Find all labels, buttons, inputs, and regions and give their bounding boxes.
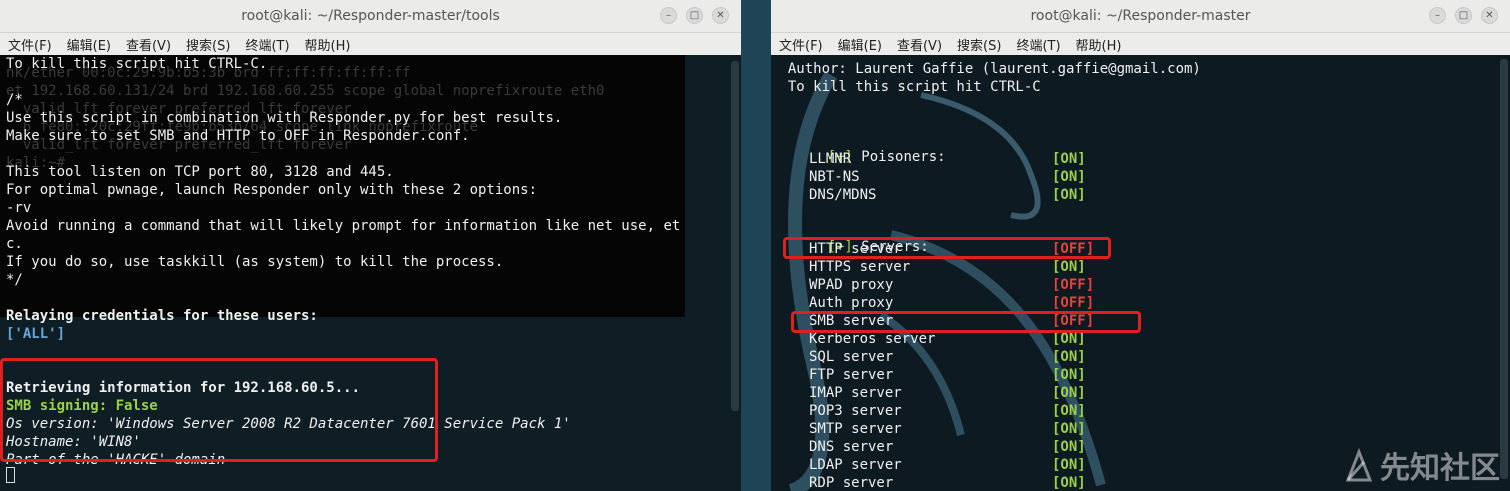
- output-line: To kill this script hit CTRL-C.: [6, 56, 268, 72]
- menu-view[interactable]: 查看(V): [897, 35, 942, 54]
- poisoners-status-badge: [ON]: [1052, 187, 1086, 203]
- menu-terminal[interactable]: 终端(T): [1016, 35, 1060, 54]
- kill-line: To kill this script hit CTRL-C: [771, 79, 1041, 95]
- servers-name: FTP server: [809, 367, 894, 383]
- menu-edit[interactable]: 编辑(E): [67, 35, 111, 54]
- servers-status-badge: [ON]: [1052, 475, 1086, 491]
- minimize-icon[interactable]: –: [660, 7, 677, 24]
- output-line: This tool listen on TCP port 80, 3128 an…: [6, 164, 394, 180]
- maximize-icon[interactable]: □: [686, 7, 703, 24]
- menu-file[interactable]: 文件(F): [8, 35, 52, 54]
- servers-status-badge: [ON]: [1052, 259, 1086, 275]
- author-line: Author: Laurent Gaffie (laurent.gaffie@g…: [771, 61, 1201, 77]
- terminal-window-responder[interactable]: root@kali: ~/Responder-master – □ ✕ 文件(F…: [771, 0, 1510, 491]
- servers-name: Auth proxy: [809, 295, 894, 311]
- menu-help[interactable]: 帮助(H): [305, 35, 351, 54]
- scrollbar[interactable]: [731, 61, 739, 411]
- servers-status-badge: [OFF]: [1052, 277, 1095, 293]
- watermark-logo-icon: [1345, 448, 1373, 482]
- output-line: -rv: [6, 200, 32, 216]
- output-line: Use this script in combination with Resp…: [6, 110, 563, 126]
- servers-name: SMTP server: [809, 421, 902, 437]
- servers-status-badge: [ON]: [1052, 331, 1086, 347]
- output-line: Avoid running a command that will likely…: [6, 218, 681, 234]
- poisoners-status-badge: [ON]: [1052, 169, 1086, 185]
- menu-bar: 文件(F) 编辑(E) 查看(V) 搜索(S) 终端(T) 帮助(H): [0, 33, 741, 55]
- servers-status-badge: [ON]: [1052, 367, 1086, 383]
- ghost-line: et 192.168.60.131/24 brd 192.168.60.255 …: [6, 83, 605, 99]
- menu-search[interactable]: 搜索(S): [957, 35, 1001, 54]
- highlight-box-http: [783, 237, 1111, 259]
- poisoners-name: NBT-NS: [809, 169, 860, 185]
- output-line: Make sure to set SMB and HTTP to OFF in …: [6, 128, 470, 144]
- watermark-text: 先知社区: [1380, 451, 1500, 486]
- output-line: If you do so, use taskkill (as system) t…: [6, 254, 504, 270]
- servers-status-badge: [ON]: [1052, 403, 1086, 419]
- window-title: root@kali: ~/Responder-master/tools: [241, 8, 500, 24]
- output-line: /*: [6, 92, 23, 108]
- servers-status-badge: [ON]: [1052, 421, 1086, 437]
- terminal-window-tools[interactable]: root@kali: ~/Responder-master/tools – □ …: [0, 0, 741, 491]
- minimize-icon[interactable]: –: [1429, 7, 1446, 24]
- menu-edit[interactable]: 编辑(E): [838, 35, 882, 54]
- servers-name: HTTPS server: [809, 259, 911, 275]
- output-line: c.: [6, 236, 23, 252]
- scrollbar[interactable]: [1500, 59, 1508, 479]
- servers-name: WPAD proxy: [809, 277, 894, 293]
- servers-status-badge: [ON]: [1052, 385, 1086, 401]
- title-bar[interactable]: root@kali: ~/Responder-master – □ ✕: [771, 0, 1510, 33]
- highlight-box-host-info: [0, 358, 438, 462]
- poisoners-status-badge: [ON]: [1052, 151, 1086, 167]
- watermark: 先知社区: [1344, 443, 1500, 487]
- output-line: */: [6, 272, 23, 288]
- servers-status-badge: [OFF]: [1052, 295, 1095, 311]
- highlight-box-smb: [791, 311, 1141, 333]
- maximize-icon[interactable]: □: [1455, 7, 1472, 24]
- output-line: For optimal pwnage, launch Responder onl…: [6, 182, 538, 198]
- users-list: ['ALL']: [6, 326, 66, 342]
- close-icon[interactable]: ✕: [1481, 7, 1498, 24]
- menu-terminal[interactable]: 终端(T): [245, 35, 289, 54]
- servers-name: IMAP server: [809, 385, 902, 401]
- servers-name: LDAP server: [809, 457, 902, 473]
- terminal-output[interactable]: Author: Laurent Gaffie (laurent.gaffie@g…: [771, 55, 1510, 491]
- title-bar[interactable]: root@kali: ~/Responder-master/tools – □ …: [0, 0, 741, 33]
- menu-bar: 文件(F) 编辑(E) 查看(V) 搜索(S) 终端(T) 帮助(H): [771, 33, 1510, 55]
- servers-name: Kerberos server: [809, 331, 936, 347]
- servers-name: RDP server: [809, 475, 894, 491]
- servers-name: POP3 server: [809, 403, 902, 419]
- window-title: root@kali: ~/Responder-master: [1030, 8, 1251, 24]
- poisoners-name: DNS/MDNS: [809, 187, 877, 203]
- servers-name: SQL server: [809, 349, 894, 365]
- poisoners-name: LLMNR: [809, 151, 852, 167]
- servers-status-badge: [ON]: [1052, 457, 1086, 473]
- poisoners-heading: [+] Poisoners:: [777, 133, 946, 181]
- menu-view[interactable]: 查看(V): [126, 35, 171, 54]
- poisoners-label: Poisoners:: [852, 149, 946, 165]
- desktop-gap: [741, 0, 771, 491]
- text-cursor: [6, 467, 15, 483]
- menu-search[interactable]: 搜索(S): [186, 35, 230, 54]
- menu-help[interactable]: 帮助(H): [1076, 35, 1122, 54]
- servers-status-badge: [ON]: [1052, 349, 1086, 365]
- relaying-heading: Relaying credentials for these users:: [6, 308, 318, 324]
- close-icon[interactable]: ✕: [712, 7, 729, 24]
- servers-status-badge: [ON]: [1052, 439, 1086, 455]
- menu-file[interactable]: 文件(F): [779, 35, 823, 54]
- servers-name: DNS server: [809, 439, 894, 455]
